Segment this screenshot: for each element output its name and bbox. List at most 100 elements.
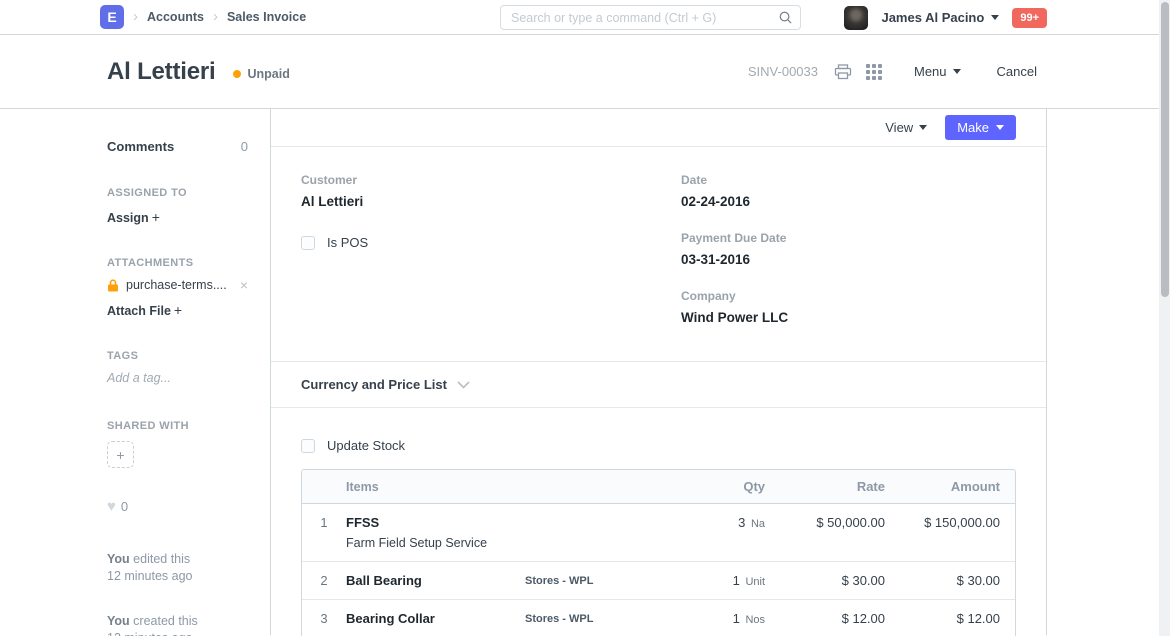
item-warehouse: Stores - WPL: [525, 573, 675, 588]
navbar-right: James Al Pacino 99+: [844, 0, 1047, 35]
user-name: James Al Pacino: [881, 10, 984, 25]
app-logo-letter: E: [107, 9, 116, 25]
items-table-header: Items Qty Rate Amount: [302, 470, 1015, 504]
item-code: FFSS: [346, 515, 515, 530]
payment-due-date-value[interactable]: 03-31-2016: [681, 252, 1016, 267]
item-warehouse: [525, 515, 675, 550]
user-menu[interactable]: James Al Pacino: [881, 10, 999, 25]
attachment-link[interactable]: purchase-terms....: [126, 278, 227, 292]
is-pos-checkbox[interactable]: [301, 236, 315, 250]
activity-action: edited this: [130, 552, 190, 566]
item-uom: Unit: [745, 576, 765, 588]
menu-button-label: Menu: [914, 64, 947, 79]
activity-who: You: [107, 614, 130, 628]
currency-price-list-section[interactable]: Currency and Price List: [271, 361, 1046, 408]
stock-section: Update Stock Items Qty Rate Amount 1 FFS…: [271, 408, 1046, 636]
col-header-items: Items: [346, 480, 525, 494]
item-code: Bearing Collar: [346, 611, 515, 626]
apps-grid-icon[interactable]: [866, 64, 882, 80]
main-area: Comments 0 ASSIGNED TO Assign+ ATTACHMEN…: [0, 109, 1170, 635]
tags-heading: TAGS: [107, 350, 248, 362]
date-value[interactable]: 02-24-2016: [681, 194, 1016, 209]
update-stock-label: Update Stock: [327, 438, 405, 453]
attachment-item: purchase-terms.... ×: [107, 278, 248, 292]
caret-down-icon: [996, 125, 1004, 130]
chevron-down-icon: [457, 381, 470, 389]
update-stock-row[interactable]: Update Stock: [301, 438, 1016, 453]
shared-with-heading: SHARED WITH: [107, 420, 248, 432]
view-button[interactable]: View: [885, 120, 927, 135]
global-search: [500, 5, 801, 30]
cancel-button[interactable]: Cancel: [997, 64, 1037, 79]
attach-file-button[interactable]: Attach File+: [107, 302, 248, 318]
attachments-heading: ATTACHMENTS: [107, 257, 248, 269]
search-icon: [778, 10, 793, 25]
scrollbar-track[interactable]: [1159, 0, 1170, 636]
assign-button[interactable]: Assign+: [107, 209, 248, 225]
item-qty: 1: [733, 611, 740, 626]
comments-link[interactable]: Comments: [107, 139, 174, 154]
notifications-badge[interactable]: 99+: [1012, 8, 1047, 28]
customer-value[interactable]: Al Lettieri: [301, 194, 636, 209]
plus-icon: +: [174, 302, 182, 318]
breadcrumb-accounts[interactable]: Accounts: [147, 10, 204, 24]
app-logo[interactable]: E: [100, 5, 124, 29]
breadcrumb-chevron-icon: ›: [133, 9, 138, 26]
currency-section-label: Currency and Price List: [301, 377, 447, 392]
item-uom: Nos: [745, 614, 765, 626]
comments-row: Comments 0: [107, 139, 248, 154]
table-row[interactable]: 3 Bearing Collar Stores - WPL 1 Nos $ 12…: [302, 599, 1015, 636]
item-code: Ball Bearing: [346, 573, 515, 588]
status-dot: [233, 70, 241, 78]
item-uom: Na: [751, 518, 765, 530]
search-input[interactable]: [500, 5, 801, 30]
print-icon[interactable]: [834, 64, 852, 80]
status-text: Unpaid: [247, 67, 289, 81]
is-pos-row[interactable]: Is POS: [301, 235, 636, 250]
page-title: Al Lettieri: [107, 58, 215, 86]
item-qty: 3: [738, 515, 745, 530]
company-value[interactable]: Wind Power LLC: [681, 310, 1016, 325]
comments-count: 0: [241, 139, 248, 154]
form-toolbar: View Make: [271, 109, 1046, 147]
table-row[interactable]: 2 Ball Bearing Stores - WPL 1 Unit $ 30.…: [302, 561, 1015, 599]
heart-icon[interactable]: ♥: [107, 498, 116, 515]
item-rate: $ 50,000.00: [765, 515, 885, 550]
payment-due-date-label: Payment Due Date: [681, 231, 1016, 245]
breadcrumb: E › Accounts › Sales Invoice: [100, 5, 306, 29]
activity-when: 12 minutes ago: [107, 568, 248, 585]
share-add-button[interactable]: +: [107, 441, 134, 468]
item-amount: $ 30.00: [885, 573, 1015, 588]
date-label: Date: [681, 173, 1016, 187]
remove-attachment-icon[interactable]: ×: [240, 278, 248, 292]
menu-button[interactable]: Menu: [914, 64, 961, 79]
item-rate: $ 30.00: [765, 573, 885, 588]
table-row[interactable]: 1 FFSS Farm Field Setup Service 3 Na $ 5…: [302, 504, 1015, 561]
caret-down-icon: [953, 69, 961, 74]
col-header-rate: Rate: [765, 479, 885, 494]
items-table: Items Qty Rate Amount 1 FFSS Farm Field …: [301, 469, 1016, 636]
avatar[interactable]: [844, 6, 868, 30]
form-sidebar: Comments 0 ASSIGNED TO Assign+ ATTACHMEN…: [0, 109, 270, 635]
scrollbar-thumb[interactable]: [1161, 2, 1169, 297]
fields-section: Customer Al Lettieri Is POS Date 02-24-2…: [271, 147, 1046, 361]
update-stock-checkbox[interactable]: [301, 439, 315, 453]
caret-down-icon: [991, 15, 999, 20]
make-button[interactable]: Make: [945, 115, 1016, 140]
breadcrumb-chevron-icon: ›: [213, 9, 218, 26]
item-qty: 1: [733, 573, 740, 588]
status-indicator: Unpaid: [233, 67, 289, 81]
activity-who: You: [107, 552, 130, 566]
col-header-amount: Amount: [885, 479, 1015, 494]
item-warehouse: Stores - WPL: [525, 611, 675, 626]
like-row: ♥ 0: [107, 498, 248, 515]
item-amount: $ 12.00: [885, 611, 1015, 626]
breadcrumb-sales-invoice[interactable]: Sales Invoice: [227, 10, 306, 24]
item-rate: $ 12.00: [765, 611, 885, 626]
item-description: Farm Field Setup Service: [346, 536, 515, 550]
activity-edited: You edited this 12 minutes ago: [107, 551, 248, 585]
row-index: 1: [302, 515, 346, 550]
add-tag-input[interactable]: Add a tag...: [107, 371, 248, 385]
caret-down-icon: [919, 125, 927, 130]
is-pos-label: Is POS: [327, 235, 368, 250]
